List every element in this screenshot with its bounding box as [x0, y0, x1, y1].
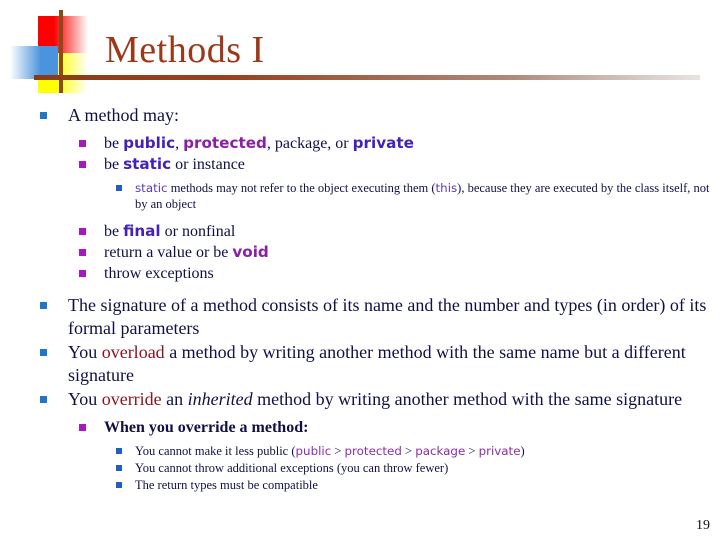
- bullet-text: The signature of a method consists of it…: [68, 295, 707, 338]
- list-item: You override an inherited method by writ…: [0, 388, 720, 411]
- page-number: 19: [696, 518, 710, 533]
- bullet-list-level2: be public, protected, package, or privat…: [0, 133, 720, 284]
- nested-group: You cannot make it less public (public >…: [0, 438, 720, 494]
- bullet-text: You cannot throw additional exceptions (…: [135, 461, 449, 475]
- list-item: When you override a method:: [0, 417, 720, 438]
- list-item: You overload a method by writing another…: [0, 341, 720, 387]
- bullet-square-icon: [40, 302, 47, 309]
- bullet-text: be public, protected, package, or privat…: [104, 134, 414, 152]
- bullet-square-icon: [79, 424, 86, 431]
- list-item: be static or instance: [0, 154, 720, 175]
- bullet-square-icon: [116, 465, 122, 471]
- nested-group: be public, protected, package, or privat…: [0, 128, 720, 293]
- bullet-text: You cannot make it less public (public >…: [135, 444, 525, 458]
- keyword-static: static: [123, 155, 172, 173]
- list-item: static methods may not refer to the obje…: [0, 180, 720, 212]
- bullet-list-level2: When you override a method: You cannot m…: [0, 417, 720, 494]
- nested-group: static methods may not refer to the obje…: [0, 175, 720, 221]
- bullet-square-icon: [79, 161, 86, 168]
- bullet-text: You overload a method by writing another…: [68, 342, 686, 385]
- emphasis-overload: overload: [101, 342, 165, 362]
- bullet-square-icon: [40, 396, 47, 403]
- bullet-square-icon: [116, 448, 122, 454]
- bullet-text: A method may:: [68, 105, 179, 125]
- bullet-square-icon: [40, 349, 47, 356]
- bullet-square-icon: [116, 185, 122, 191]
- bullet-list-level3: static methods may not refer to the obje…: [0, 180, 720, 212]
- bullet-square-icon: [79, 140, 86, 147]
- bullet-text: be static or instance: [104, 155, 245, 173]
- bullet-text: be final or nonfinal: [104, 222, 236, 240]
- bullet-square-icon: [79, 249, 86, 256]
- list-item: A method may:: [0, 104, 720, 127]
- list-item: You cannot throw additional exceptions (…: [0, 460, 720, 477]
- list-item: return a value or be void: [0, 242, 720, 263]
- list-item: You cannot make it less public (public >…: [0, 443, 720, 460]
- keyword-this: this: [435, 181, 458, 195]
- list-item: be public, protected, package, or privat…: [0, 133, 720, 154]
- keyword-static: static: [135, 181, 168, 195]
- bullet-list-level4: You cannot make it less public (public >…: [0, 443, 720, 494]
- keyword-public: public: [295, 444, 332, 458]
- keyword-final: final: [123, 222, 161, 240]
- nested-group: When you override a method: You cannot m…: [0, 412, 720, 494]
- title-underline-rule: [34, 75, 700, 80]
- list-item: be final or nonfinal: [0, 221, 720, 242]
- bullet-list-level1: A method may: be public, protected, pack…: [0, 104, 720, 494]
- list-item: The return types must be compatible: [0, 477, 720, 494]
- page-title: Methods I: [105, 29, 265, 71]
- list-item: throw exceptions: [0, 263, 720, 284]
- logo-vertical-rule: [59, 10, 63, 93]
- keyword-void: void: [232, 243, 269, 261]
- bullet-text: return a value or be void: [104, 243, 269, 261]
- bullet-text: You override an inherited method by writ…: [68, 389, 683, 409]
- bullet-text: The return types must be compatible: [135, 478, 318, 492]
- keyword-package: package: [415, 444, 466, 458]
- keyword-private: private: [478, 444, 521, 458]
- bullet-square-icon: [40, 112, 47, 119]
- keyword-public: public: [123, 134, 176, 152]
- bullet-text: throw exceptions: [104, 265, 214, 282]
- bullet-square-icon: [116, 482, 122, 488]
- keyword-private: private: [352, 134, 414, 152]
- list-item: The signature of a method consists of it…: [0, 294, 720, 340]
- emphasis-override: override: [101, 389, 162, 409]
- bullet-square-icon: [79, 228, 86, 235]
- bullet-square-icon: [79, 270, 86, 277]
- keyword-protected: protected: [183, 134, 267, 152]
- emphasis-inherited: inherited: [187, 389, 253, 409]
- bullet-text: When you override a method:: [104, 419, 309, 436]
- keyword-protected: protected: [344, 444, 402, 458]
- slide-body: A method may: be public, protected, pack…: [0, 104, 720, 495]
- bullet-text: static methods may not refer to the obje…: [135, 181, 710, 211]
